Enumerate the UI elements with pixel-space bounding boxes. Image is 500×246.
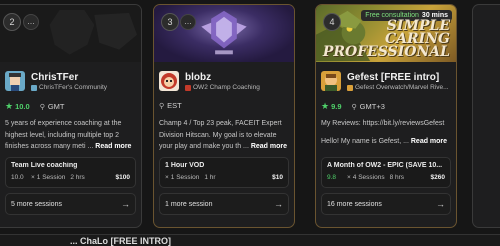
coach-bio: Champ 4 / Top 23 peak, FACEIT Expert Div… (159, 120, 288, 150)
card-banner: 4 Free consultation 30 mins SIMPLE CARING P… (316, 5, 456, 62)
card-banner: 2 ... (0, 5, 141, 62)
more-sessions-button[interactable]: 16 more sessions → (321, 193, 451, 215)
offer-rating: 10.0 (11, 174, 24, 181)
offer-price: $10 (272, 174, 283, 181)
community-icon (347, 84, 353, 91)
session-offer[interactable]: 1 Hour VOD × 1 Session 1 hr $10 (159, 157, 289, 188)
rating: ★ 10.0 (5, 101, 30, 111)
read-more-link[interactable]: Read more (95, 143, 131, 150)
community-name: Gefest Overwatch/Marvel Rive... (347, 84, 449, 91)
timezone: ⚲ GMT (39, 102, 65, 111)
coach-meta: ★ 9.9 ⚲ GMT+3 (321, 101, 385, 112)
community-name: OW2 Champ Coaching (185, 84, 260, 91)
offer-details: × 1 Session 1 hr $10 (165, 174, 283, 181)
offer-sessions: 1 Session (170, 174, 200, 181)
offer-title: A Month of OW2 - EPIC (SAVE 10... (327, 162, 443, 169)
more-options-icon[interactable]: ... (23, 14, 39, 30)
coach-name[interactable]: blobz (185, 72, 211, 83)
star-icon: ★ (5, 101, 14, 111)
arrow-right-icon: → (436, 199, 445, 209)
offer-details: 10.0 × 1 Session 2 hrs $100 (11, 174, 130, 181)
close-icon: × (347, 174, 351, 181)
coach-card-gefest[interactable]: 4 Free consultation 30 mins SIMPLE CARING P… (315, 4, 457, 228)
timezone: ⚲ EST (159, 101, 182, 110)
rank-badge: 3 (161, 13, 179, 31)
star-icon: ★ (321, 101, 330, 111)
offer-sessions: 4 Sessions (352, 174, 385, 181)
rating: ★ 9.9 (321, 101, 342, 111)
offer-title: 1 Hour VOD (165, 162, 205, 169)
coach-card-christfer[interactable]: 2 ... ChrisTFer ChrisTFer's Community ★ 1… (0, 4, 142, 228)
arrow-right-icon: → (121, 199, 130, 209)
avatar (159, 71, 179, 91)
more-sessions-button[interactable]: 5 more sessions → (5, 193, 136, 215)
location-pin-icon: ⚲ (351, 104, 357, 111)
banner-art (201, 10, 247, 55)
session-offer[interactable]: A Month of OW2 - EPIC (SAVE 10... 9.8 × … (321, 157, 451, 188)
timezone: ⚲ GMT+3 (351, 102, 385, 111)
offer-duration: 2 hrs (70, 174, 85, 181)
banner-tagline: SIMPLE CARING PROFESSIONAL (322, 18, 450, 60)
close-icon: × (31, 174, 35, 181)
card-banner: 3 ... (154, 5, 294, 62)
location-pin-icon: ⚲ (159, 103, 165, 110)
community-name: ChrisTFer's Community (31, 84, 107, 91)
banner-art (49, 9, 138, 55)
offer-price: $260 (430, 174, 445, 181)
coach-meta: ⚲ EST (159, 101, 182, 110)
offer-rating: 9.8 (327, 174, 337, 181)
avatar (5, 71, 25, 91)
avatar (321, 71, 341, 91)
coach-card-blobz[interactable]: 3 ... blobz OW2 Champ Coaching ⚲ EST Cham… (153, 4, 295, 228)
next-coach-name: ... ChaLo [FREE INTRO] (70, 236, 171, 246)
offer-details: 9.8 × 4 Sessions 8 hrs $260 (327, 174, 445, 181)
coach-name[interactable]: Gefest [FREE intro] (347, 72, 439, 83)
offer-price: $100 (115, 174, 130, 181)
offer-sessions: 1 Session (36, 174, 66, 181)
coach-meta: ★ 10.0 ⚲ GMT (5, 101, 65, 112)
read-more-link[interactable]: Read more (251, 143, 287, 150)
coach-name[interactable]: ChrisTFer (31, 72, 78, 83)
coach-bio: 5 years of experience coaching at the hi… (5, 120, 132, 150)
offer-duration: 1 hr (204, 174, 216, 181)
coach-bio: My Reviews: https://bit.ly/reviewsGefest… (321, 120, 448, 145)
read-more-link[interactable]: Read more (411, 138, 447, 145)
session-offer[interactable]: Team Live coaching 10.0 × 1 Session 2 hr… (5, 157, 136, 188)
community-icon (185, 84, 191, 91)
offer-duration: 8 hrs (389, 174, 405, 181)
next-card-partial[interactable] (472, 4, 500, 228)
more-options-icon[interactable]: ... (180, 14, 196, 30)
rank-badge: 2 (3, 13, 21, 31)
next-row-partial: ... ChaLo [FREE INTRO] (0, 234, 500, 246)
offer-title: Team Live coaching (11, 162, 78, 169)
location-pin-icon: ⚲ (39, 104, 45, 111)
arrow-right-icon: → (274, 199, 283, 209)
close-icon: × (165, 174, 169, 181)
more-sessions-button[interactable]: 1 more session → (159, 193, 289, 215)
community-icon (31, 84, 37, 91)
